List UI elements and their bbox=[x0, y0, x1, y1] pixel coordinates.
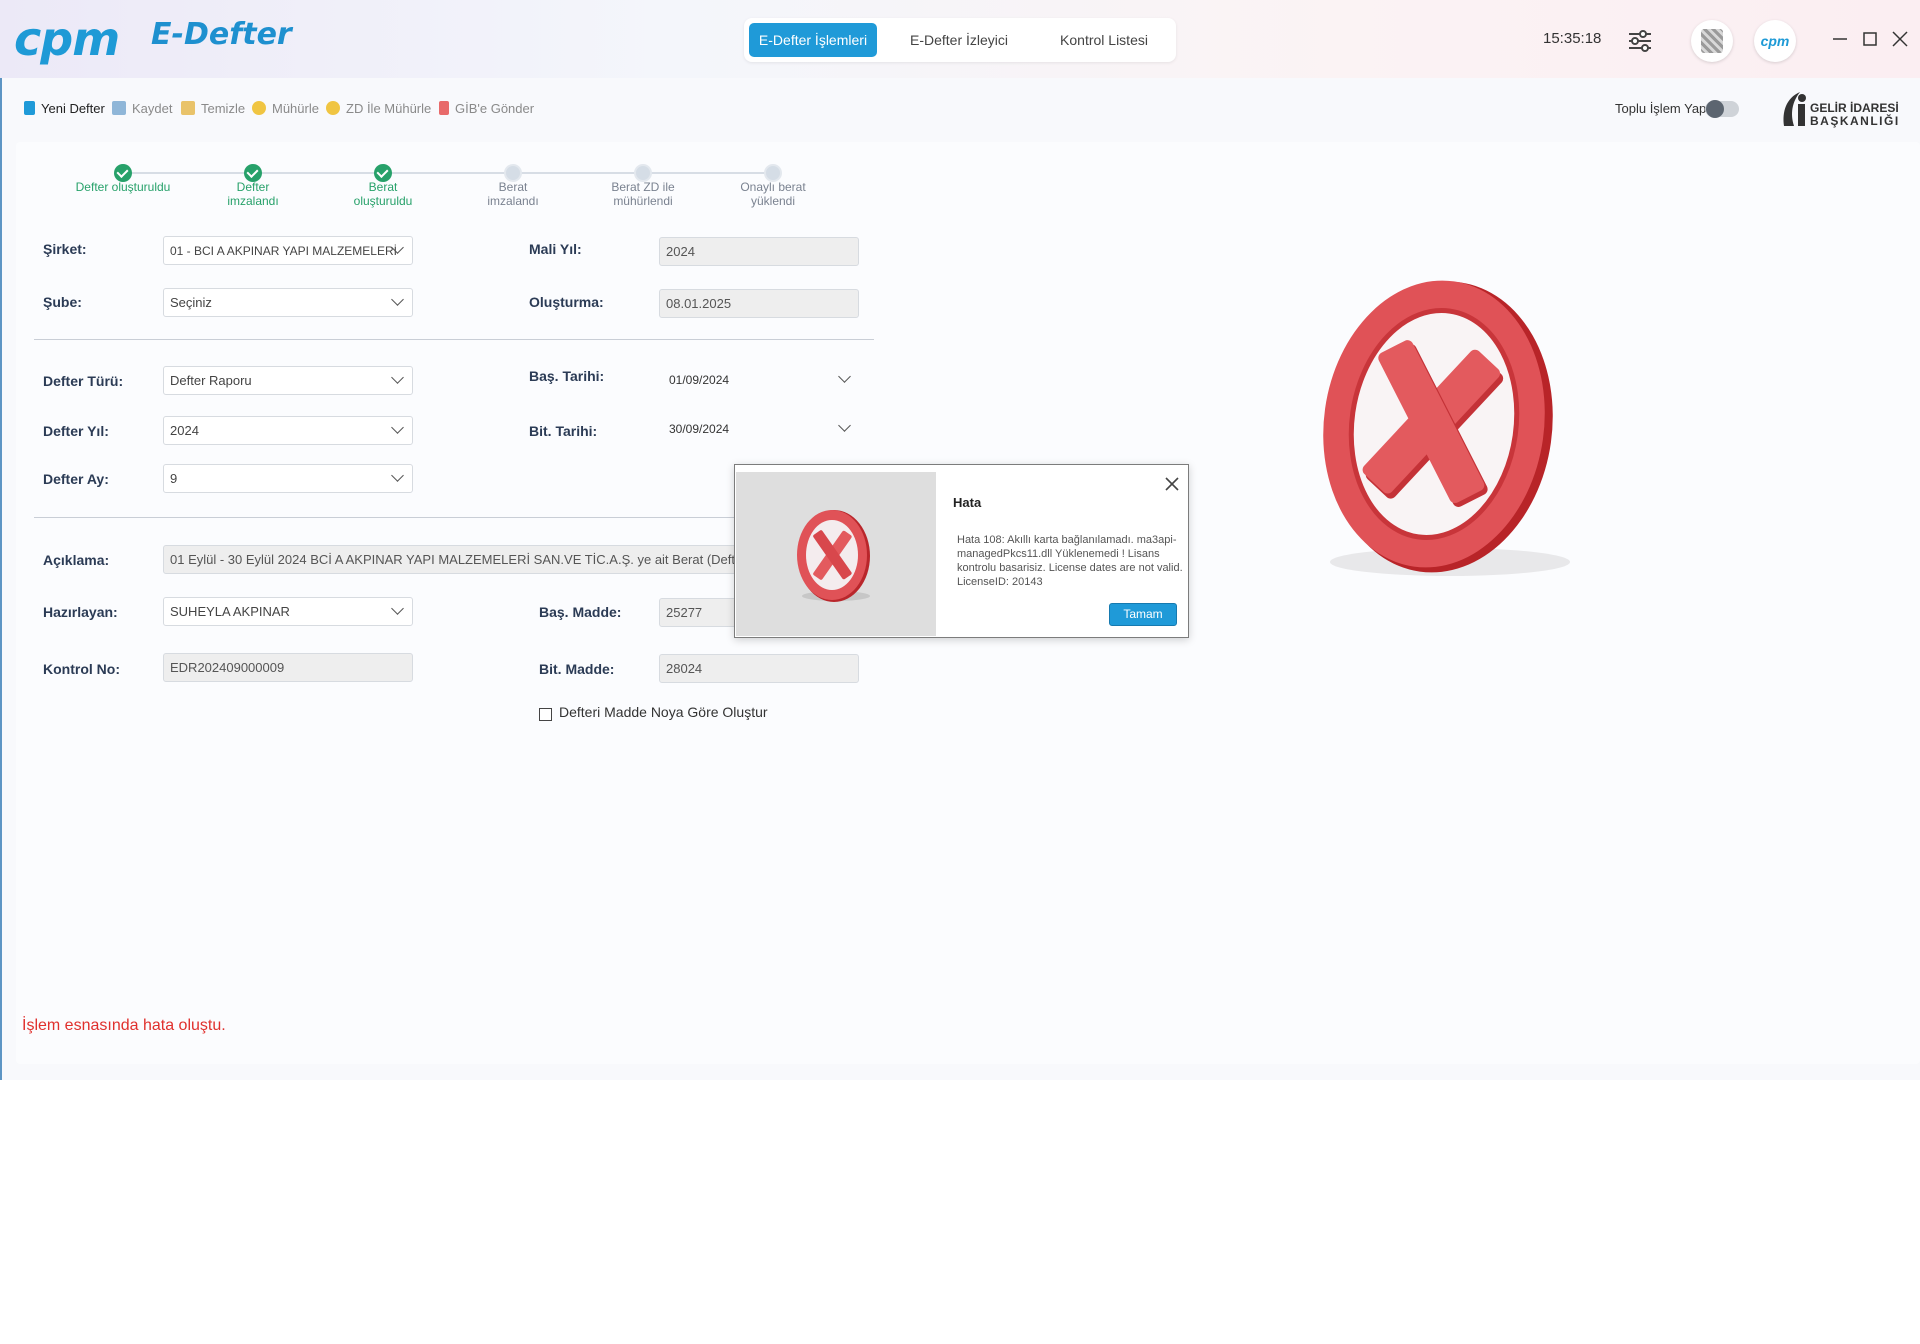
tab-e-defter-izleyici[interactable]: E-Defter İzleyici bbox=[894, 23, 1024, 57]
defter-turu-select[interactable]: Defter Raporu bbox=[163, 366, 413, 395]
defter-yil-select[interactable]: 2024 bbox=[163, 416, 413, 445]
hazirlayan-label: Hazırlayan: bbox=[43, 604, 118, 620]
bit-tarihi-datepicker[interactable]: 30/09/2024 bbox=[659, 415, 859, 444]
bit-madde-label: Bit. Madde: bbox=[539, 661, 615, 677]
seal-zd-icon bbox=[326, 101, 340, 115]
stepper-line bbox=[122, 172, 772, 174]
document-icon bbox=[24, 101, 35, 115]
seal-icon bbox=[252, 101, 266, 115]
error-dialog: Hata Hata 108: Akıllı karta bağlanılamad… bbox=[734, 464, 1189, 638]
defter-ay-value: 9 bbox=[170, 471, 178, 486]
bit-tarihi-value: 30/09/2024 bbox=[669, 422, 730, 436]
seal-zd-label: ZD İle Mühürle bbox=[346, 101, 432, 116]
save-label: Kaydet bbox=[132, 101, 173, 116]
kontrol-no-label: Kontrol No: bbox=[43, 661, 120, 677]
section-divider bbox=[34, 339, 874, 340]
save-icon bbox=[112, 101, 126, 115]
app-window: cpm E-Defter E-Defter İşlemleri E-Defter… bbox=[0, 0, 1920, 1080]
status-error-message: İşlem esnasında hata oluştu. bbox=[22, 1017, 226, 1034]
maximize-icon[interactable] bbox=[1862, 31, 1878, 47]
mali-yil-label: Mali Yıl: bbox=[529, 241, 582, 257]
tab-kontrol-listesi[interactable]: Kontrol Listesi bbox=[1039, 23, 1169, 57]
gib-logo: GELİR İDARESİ BAŞKANLIĞI bbox=[1778, 88, 1899, 135]
chevron-down-icon bbox=[391, 602, 404, 615]
madde-no-checkbox-label: Defteri Madde Noya Göre Oluştur bbox=[559, 704, 768, 720]
dialog-error-icon bbox=[797, 510, 870, 602]
sube-select[interactable]: Seçiniz bbox=[163, 288, 413, 317]
defter-ay-select[interactable]: 9 bbox=[163, 464, 413, 493]
cpm-logo: cpm bbox=[14, 12, 120, 66]
chevron-down-icon bbox=[838, 370, 851, 383]
defter-ay-label: Defter Ay: bbox=[43, 471, 109, 487]
bulk-process-toggle[interactable] bbox=[1705, 100, 1739, 118]
tab-e-defter-islemleri[interactable]: E-Defter İşlemleri bbox=[749, 23, 877, 57]
dialog-ok-button[interactable]: Tamam bbox=[1109, 603, 1177, 626]
error-illustration-icon bbox=[1300, 270, 1600, 600]
bas-tarihi-label: Baş. Tarihi: bbox=[529, 368, 605, 384]
hazirlayan-select[interactable]: SUHEYLA AKPINAR bbox=[163, 597, 413, 626]
cpm-account-button[interactable]: cpm bbox=[1754, 20, 1796, 62]
clock: 15:35:18 bbox=[1543, 30, 1602, 47]
chevron-down-icon bbox=[391, 421, 404, 434]
broom-icon bbox=[181, 101, 195, 115]
main-tabs: E-Defter İşlemleri E-Defter İzleyici Kon… bbox=[744, 18, 1176, 62]
defter-turu-label: Defter Türü: bbox=[43, 373, 124, 389]
step-6-label: Onaylı berat yüklendi bbox=[740, 180, 806, 208]
aciklama-label: Açıklama: bbox=[43, 552, 110, 568]
bit-madde-field[interactable]: 28024 bbox=[659, 654, 859, 683]
minimize-icon[interactable] bbox=[1832, 31, 1848, 47]
seal-zd-button[interactable]: ZD İle Mühürle bbox=[326, 96, 431, 122]
toggle-knob bbox=[1706, 100, 1724, 118]
new-ledger-label: Yeni Defter bbox=[41, 101, 105, 116]
clear-button[interactable]: Temizle bbox=[181, 96, 245, 122]
sube-value: Seçiniz bbox=[170, 295, 212, 310]
step-5-label: Berat ZD ile mühürlendi bbox=[611, 180, 675, 208]
mali-yil-field: 2024 bbox=[659, 237, 859, 266]
user-avatar[interactable] bbox=[1691, 20, 1733, 62]
bulk-process-label: Toplu İşlem Yap bbox=[1615, 101, 1707, 116]
kontrol-no-field: EDR202409000009 bbox=[163, 653, 413, 682]
chevron-down-icon bbox=[838, 419, 851, 432]
sube-label: Şube: bbox=[43, 294, 82, 310]
gib-send-label: GİB'e Gönder bbox=[455, 101, 535, 116]
defter-yil-label: Defter Yıl: bbox=[43, 423, 109, 439]
sirket-value: 01 - BCI A AKPINAR YAPI MALZEMELERİ bbox=[170, 244, 397, 258]
bas-madde-label: Baş. Madde: bbox=[539, 604, 622, 620]
title-bar: cpm E-Defter E-Defter İşlemleri E-Defter… bbox=[0, 0, 1920, 78]
close-window-icon[interactable] bbox=[1892, 31, 1908, 47]
defter-yil-value: 2024 bbox=[170, 423, 199, 438]
chevron-down-icon bbox=[391, 469, 404, 482]
save-button[interactable]: Kaydet bbox=[112, 96, 172, 122]
settings-sliders-icon[interactable] bbox=[1627, 28, 1653, 54]
sirket-select[interactable]: 01 - BCI A AKPINAR YAPI MALZEMELERİ bbox=[163, 236, 413, 265]
chevron-down-icon bbox=[391, 371, 404, 384]
chevron-down-icon bbox=[391, 293, 404, 306]
step-3-label: Berat oluşturuldu bbox=[353, 180, 413, 208]
hazirlayan-value: SUHEYLA AKPINAR bbox=[170, 604, 290, 619]
bit-tarihi-label: Bit. Tarihi: bbox=[529, 423, 598, 439]
dialog-title: Hata bbox=[953, 495, 982, 510]
gib-send-icon bbox=[439, 101, 449, 115]
avatar-image bbox=[1701, 29, 1723, 53]
madde-no-checkbox[interactable] bbox=[539, 708, 552, 721]
dialog-image-panel bbox=[736, 472, 936, 636]
olusturma-label: Oluşturma: bbox=[529, 294, 604, 310]
seal-button[interactable]: Mühürle bbox=[252, 96, 319, 122]
bas-tarihi-datepicker[interactable]: 01/09/2024 bbox=[659, 366, 859, 395]
dialog-message: Hata 108: Akıllı karta bağlanılamadı. ma… bbox=[957, 534, 1183, 588]
defter-turu-value: Defter Raporu bbox=[170, 373, 252, 388]
gib-send-button[interactable]: GİB'e Gönder bbox=[439, 96, 534, 122]
sirket-label: Şirket: bbox=[43, 241, 87, 257]
clear-label: Temizle bbox=[201, 101, 246, 116]
bas-tarihi-value: 01/09/2024 bbox=[669, 373, 730, 387]
seal-label: Mühürle bbox=[272, 101, 319, 116]
new-ledger-button[interactable]: Yeni Defter bbox=[24, 96, 105, 122]
step-2-label: Defter imzalandı bbox=[227, 180, 279, 208]
step-1-label: Defter oluşturuldu bbox=[75, 180, 171, 194]
dialog-close-icon[interactable] bbox=[1163, 475, 1181, 493]
olusturma-field: 08.01.2025 bbox=[659, 289, 859, 318]
gib-logo-line2: BAŞKANLIĞI bbox=[1810, 114, 1900, 128]
step-4-label: Berat imzalandı bbox=[487, 180, 539, 208]
app-title: E-Defter bbox=[151, 17, 292, 52]
